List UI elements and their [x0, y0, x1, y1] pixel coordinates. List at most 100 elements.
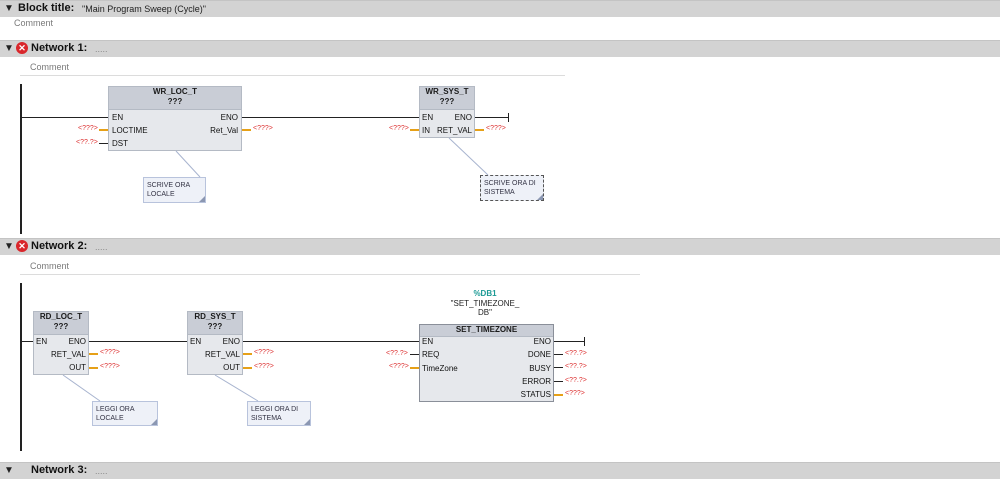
- network-1-header[interactable]: ▼ ✕ Network 1: .....: [0, 40, 1000, 57]
- pin-eno: ENO: [222, 337, 240, 346]
- block-header: RD_LOC_T ???: [34, 312, 88, 335]
- network-1-title-field[interactable]: .....: [95, 44, 108, 54]
- note-text: SCRIVE ORA: [147, 182, 191, 189]
- wire: [242, 117, 420, 118]
- block-comment-note[interactable]: LEGGI ORA LOCALE: [92, 401, 158, 426]
- block-header: SET_TIMEZONE: [420, 325, 553, 337]
- instance-db-name[interactable]: "SET_TIMEZONE_ DB": [440, 299, 530, 317]
- pin-en: EN: [112, 113, 124, 122]
- error-icon: ✕: [16, 240, 28, 252]
- wire: [475, 117, 508, 118]
- block-name: RD_LOC_T: [39, 312, 83, 321]
- network-1-comment[interactable]: Comment: [30, 62, 69, 72]
- param-busy[interactable]: <??.?>: [565, 362, 587, 372]
- resize-corner-icon[interactable]: [537, 194, 543, 200]
- collapse-triangle-icon[interactable]: ▼: [4, 242, 14, 252]
- resize-corner-icon[interactable]: [199, 196, 205, 202]
- wire-end: [508, 113, 509, 122]
- network-2-title: Network 2:: [31, 240, 88, 252]
- pin-en: EN: [190, 337, 202, 346]
- pin-dst: DST: [112, 139, 128, 148]
- param-ret-val[interactable]: <???>: [254, 348, 274, 358]
- pin-en: EN: [422, 113, 434, 122]
- pin-stub: [554, 367, 563, 368]
- note-text: LOCALE: [147, 191, 175, 198]
- param-in[interactable]: <???>: [389, 124, 409, 134]
- comment-connector: [448, 137, 489, 176]
- network-2-header[interactable]: ▼ ✕ Network 2: .....: [0, 238, 1000, 255]
- resize-corner-icon[interactable]: [151, 419, 157, 425]
- pin-req: REQ: [422, 350, 440, 359]
- param-error[interactable]: <??.?>: [565, 376, 587, 386]
- block-header: RD_SYS_T ???: [188, 312, 242, 335]
- pin-stub: [99, 129, 108, 131]
- collapse-triangle-icon[interactable]: ▼: [4, 466, 14, 476]
- wr-loc-t-block[interactable]: WR_LOC_T ??? EN ENO LOCTIME Ret_Val DST: [108, 86, 242, 151]
- block-title-value[interactable]: "Main Program Sweep (Cycle)": [82, 4, 206, 14]
- block-comment[interactable]: Comment: [14, 18, 53, 28]
- param-loctime[interactable]: <???>: [78, 124, 98, 134]
- resize-corner-icon[interactable]: [304, 419, 310, 425]
- instance-db-name-line: "SET_TIMEZONE_: [450, 299, 520, 308]
- pin-stub: [99, 143, 108, 144]
- network-2-comment[interactable]: Comment: [30, 261, 69, 271]
- note-text: LOCALE: [96, 415, 124, 422]
- power-rail: [20, 283, 22, 451]
- pin-ret-val: RET_VAL: [437, 126, 472, 135]
- param-out[interactable]: <???>: [254, 362, 274, 372]
- pin-status: STATUS: [520, 390, 551, 399]
- pin-eno: ENO: [454, 113, 472, 122]
- pin-stub: [89, 353, 98, 355]
- param-ret-val[interactable]: <???>: [253, 124, 273, 134]
- pin-done: DONE: [527, 350, 551, 359]
- note-text: SISTEMA: [484, 189, 515, 196]
- comment-connector: [175, 150, 201, 178]
- wire-end: [584, 337, 585, 346]
- pin-timezone: TimeZone: [422, 364, 458, 373]
- rd-loc-t-block[interactable]: RD_LOC_T ??? EN ENO RET_VAL OUT: [33, 311, 89, 375]
- block-comment-note[interactable]: SCRIVE ORA DI SISTEMA: [480, 175, 544, 201]
- instance-db-name-line: DB": [478, 308, 492, 317]
- param-req[interactable]: <??.?>: [386, 349, 408, 359]
- pin-ret-val: RET_VAL: [205, 350, 240, 359]
- block-name: SET_TIMEZONE: [455, 325, 518, 334]
- param-ret-val[interactable]: <???>: [486, 124, 506, 134]
- param-ret-val[interactable]: <???>: [100, 348, 120, 358]
- pin-stub: [475, 129, 484, 131]
- note-text: SCRIVE ORA DI: [484, 180, 536, 187]
- wire: [554, 341, 584, 342]
- block-title-label: Block title:: [18, 2, 75, 14]
- param-done[interactable]: <??.?>: [565, 349, 587, 359]
- pin-busy: BUSY: [529, 364, 551, 373]
- wr-sys-t-block[interactable]: WR_SYS_T ??? EN ENO IN RET_VAL: [419, 86, 475, 138]
- pin-stub: [242, 129, 251, 131]
- pin-loctime: LOCTIME: [112, 126, 148, 135]
- network-2-title-field[interactable]: .....: [95, 242, 108, 252]
- collapse-triangle-icon[interactable]: ▼: [4, 4, 14, 14]
- pin-error: ERROR: [522, 377, 551, 386]
- comment-connector: [62, 374, 101, 402]
- block-name: WR_SYS_T: [425, 87, 469, 96]
- set-timezone-block[interactable]: SET_TIMEZONE EN ENO REQ DONE TimeZone BU…: [419, 324, 554, 402]
- param-dst[interactable]: <??.?>: [76, 138, 98, 148]
- param-status[interactable]: <???>: [565, 389, 585, 399]
- rd-sys-t-block[interactable]: RD_SYS_T ??? EN ENO RET_VAL OUT: [187, 311, 243, 375]
- block-type: ???: [439, 97, 455, 106]
- network-3-title: Network 3:: [31, 464, 88, 476]
- comment-divider: [20, 274, 640, 275]
- block-comment-note[interactable]: SCRIVE ORA LOCALE: [143, 177, 206, 203]
- block-comment-note[interactable]: LEGGI ORA DI SISTEMA: [247, 401, 311, 426]
- param-timezone[interactable]: <???>: [389, 362, 409, 372]
- network-3-title-field[interactable]: .....: [95, 466, 108, 476]
- block-header: WR_LOC_T ???: [109, 87, 241, 110]
- collapse-triangle-icon[interactable]: ▼: [4, 44, 14, 54]
- power-rail: [20, 84, 22, 234]
- note-text: LEGGI ORA DI: [251, 406, 299, 413]
- pin-stub: [243, 367, 252, 369]
- instance-db-tag[interactable]: %DB1: [440, 289, 530, 298]
- param-out[interactable]: <???>: [100, 362, 120, 372]
- network-3-header[interactable]: ▼ Network 3: .....: [0, 462, 1000, 479]
- block-name: RD_SYS_T: [194, 312, 236, 321]
- block-title-header[interactable]: ▼ Block title: "Main Program Sweep (Cycl…: [0, 0, 1000, 17]
- pin-stub: [554, 394, 563, 396]
